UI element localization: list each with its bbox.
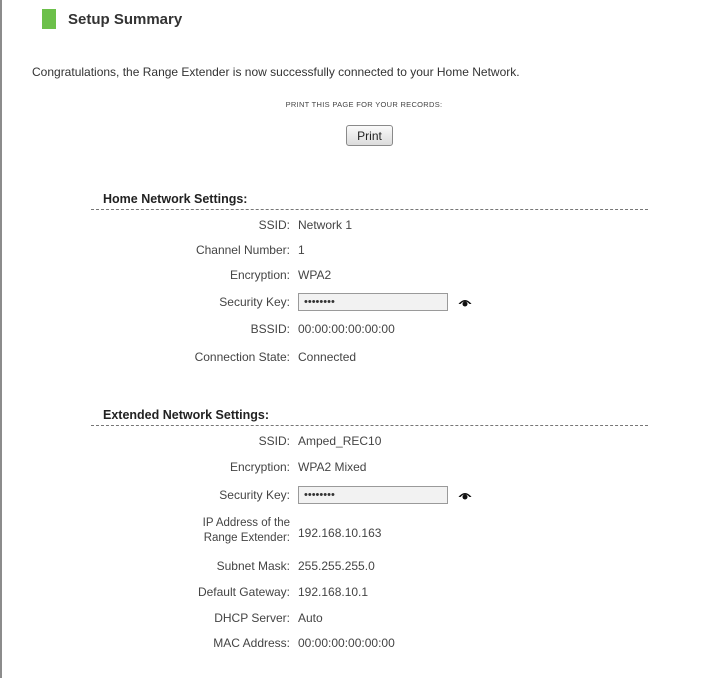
home-channel-value: 1 [298, 243, 305, 257]
extended-dhcp-value: Auto [298, 611, 323, 625]
extended-mac-value: 00:00:00:00:00:00 [298, 636, 395, 650]
extended-gateway-value: 192.168.10.1 [298, 585, 369, 599]
extended-subnet-value: 255.255.255.0 [298, 559, 375, 573]
home-encryption-label: Encryption: [229, 268, 290, 282]
extended-encryption-value: WPA2 Mixed [298, 460, 367, 474]
extended-dhcp-label: DHCP Server: [214, 611, 290, 625]
extended-ip-label: IP Address of the Range Extender: [203, 516, 290, 546]
page-title: Setup Summary [68, 10, 183, 28]
home-section-title: Home Network Settings: [103, 192, 248, 206]
extended-security-key-field[interactable]: •••••••• [298, 486, 448, 504]
home-channel-label: Channel Number: [195, 243, 290, 257]
home-bssid-label: BSSID: [250, 322, 290, 336]
home-encryption-value: WPA2 [298, 268, 332, 282]
home-ssid-label: SSID: [258, 218, 290, 232]
home-key-label: Security Key: [219, 295, 290, 309]
extended-section-divider [91, 425, 648, 426]
extended-ip-label-line-2: Range Extender: [203, 532, 290, 544]
extended-key-label: Security Key: [219, 488, 290, 502]
print-button[interactable]: Print [346, 125, 393, 146]
home-state-value: Connected [298, 350, 357, 364]
extended-subnet-label: Subnet Mask: [216, 559, 290, 573]
extended-ip-value: 192.168.10.163 [298, 526, 382, 540]
extended-ssid-label: SSID: [258, 434, 290, 448]
print-note: PRINT THIS PAGE FOR YOUR RECORDS: [285, 100, 443, 109]
home-ssid-value: Network 1 [298, 218, 353, 232]
intro-text: Congratulations, the Range Extender is n… [32, 65, 520, 79]
home-bssid-value: 00:00:00:00:00:00 [298, 322, 395, 336]
home-section-divider [91, 209, 648, 210]
extended-section-title: Extended Network Settings: [103, 408, 269, 422]
extended-ssid-value: Amped_REC10 [298, 434, 382, 448]
extended-mac-label: MAC Address: [213, 636, 290, 650]
home-security-key-field[interactable]: •••••••• [298, 293, 448, 311]
extended-ip-label-line-1: IP Address of the [202, 517, 290, 529]
page-header: Setup Summary [42, 9, 182, 29]
extended-encryption-label: Encryption: [229, 460, 290, 474]
extended-gateway-label: Default Gateway: [197, 585, 290, 599]
eye-icon[interactable] [458, 297, 472, 307]
home-state-label: Connection State: [194, 350, 290, 364]
eye-icon[interactable] [458, 490, 472, 500]
title-marker [42, 9, 56, 29]
